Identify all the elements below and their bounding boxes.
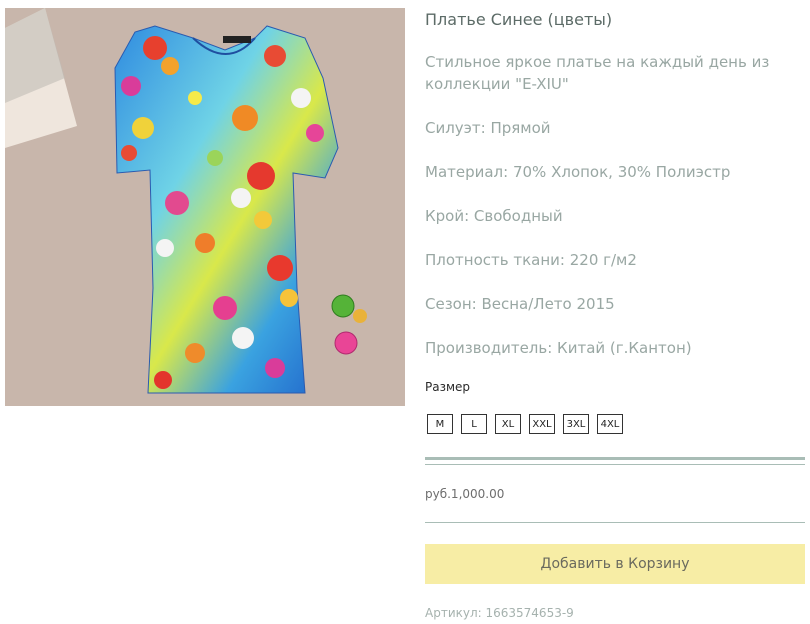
- divider: [425, 464, 805, 465]
- product-title: Платье Синее (цветы): [425, 10, 613, 29]
- divider: [425, 522, 805, 523]
- product-description: Стильное яркое платье на каждый день из …: [425, 53, 770, 93]
- size-label: Размер: [425, 380, 471, 394]
- size-option-4xl[interactable]: 4XL: [597, 414, 623, 434]
- product-price: руб.1,000.00: [425, 487, 505, 501]
- size-options: M L XL XXL 3XL 4XL: [427, 414, 631, 434]
- attribute-season: Сезон: Весна/Лето 2015: [425, 295, 615, 313]
- dress-illustration: [5, 8, 405, 406]
- attribute-manufacturer: Производитель: Китай (г.Кантон): [425, 339, 692, 357]
- attribute-density: Плотность ткани: 220 г/м2: [425, 251, 637, 269]
- product-image[interactable]: [5, 8, 405, 406]
- attribute-silhouette: Силуэт: Прямой: [425, 119, 551, 137]
- product-sku: Артикул: 1663574653-9: [425, 606, 574, 620]
- size-option-l[interactable]: L: [461, 414, 487, 434]
- divider: [425, 457, 805, 460]
- size-option-m[interactable]: M: [427, 414, 453, 434]
- size-option-xxl[interactable]: XXL: [529, 414, 555, 434]
- attribute-cut: Крой: Свободный: [425, 207, 563, 225]
- size-option-xl[interactable]: XL: [495, 414, 521, 434]
- add-to-cart-button[interactable]: Добавить в Корзину: [425, 544, 805, 584]
- size-option-3xl[interactable]: 3XL: [563, 414, 589, 434]
- attribute-material: Материал: 70% Хлопок, 30% Полиэстр: [425, 163, 731, 181]
